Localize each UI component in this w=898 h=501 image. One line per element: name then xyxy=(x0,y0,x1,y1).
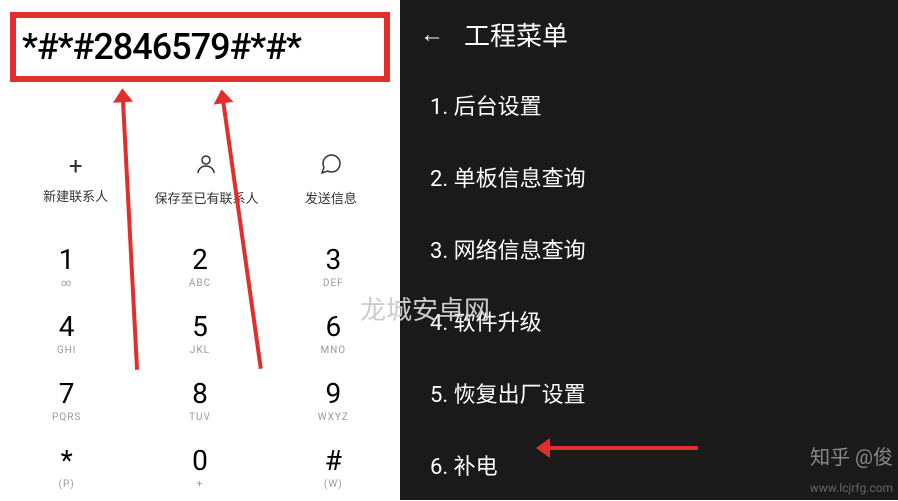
menu-header: ← 工程菜单 xyxy=(400,0,898,69)
key-5[interactable]: 5JKL xyxy=(133,299,266,366)
key-7[interactable]: 7PQRS xyxy=(0,366,133,433)
key-6[interactable]: 6MNO xyxy=(267,299,400,366)
dialer-keypad: 1∞ 2ABC 3DEF 4GHI 5JKL 6MNO 7PQRS 8TUV 9… xyxy=(0,232,400,500)
key-star[interactable]: *(P) xyxy=(0,433,133,500)
key-8[interactable]: 8TUV xyxy=(133,366,266,433)
key-4[interactable]: 4GHI xyxy=(0,299,133,366)
key-1[interactable]: 1∞ xyxy=(0,232,133,299)
watermark-url: www.lcjrfg.com xyxy=(810,481,893,495)
person-icon xyxy=(194,152,218,182)
back-arrow-icon[interactable]: ← xyxy=(420,20,444,49)
menu-item-network-info[interactable]: 3. 网络信息查询 xyxy=(400,213,898,285)
dialer-code-text: *#*#2846579#*#* xyxy=(22,26,378,68)
new-contact-button[interactable]: + 新建联系人 xyxy=(43,152,108,207)
save-existing-label: 保存至已有联系人 xyxy=(154,188,258,207)
menu-item-factory-reset[interactable]: 5. 恢复出厂设置 xyxy=(400,357,898,429)
chat-icon xyxy=(319,152,343,182)
save-existing-button[interactable]: 保存至已有联系人 xyxy=(154,152,258,207)
menu-item-software-upgrade[interactable]: 4. 软件升级 xyxy=(400,285,898,357)
key-hash[interactable]: #(W) xyxy=(267,433,400,500)
key-2[interactable]: 2ABC xyxy=(133,232,266,299)
key-0[interactable]: 0+ xyxy=(133,433,266,500)
menu-title: 工程菜单 xyxy=(464,16,568,53)
watermark-zhihu: 知乎 @俊 xyxy=(810,441,893,470)
send-message-label: 发送信息 xyxy=(305,188,357,207)
dialer-code-box: *#*#2846579#*#* xyxy=(10,12,390,82)
menu-list: 1. 后台设置 2. 单板信息查询 3. 网络信息查询 4. 软件升级 5. 恢… xyxy=(400,69,898,501)
key-9[interactable]: 9WXYZ xyxy=(267,366,400,433)
key-3[interactable]: 3DEF xyxy=(267,232,400,299)
annotation-arrow-right xyxy=(548,446,698,450)
menu-item-background-settings[interactable]: 1. 后台设置 xyxy=(400,69,898,141)
menu-item-board-info[interactable]: 2. 单板信息查询 xyxy=(400,141,898,213)
send-message-button[interactable]: 发送信息 xyxy=(305,152,357,207)
plus-icon: + xyxy=(69,152,83,180)
dialer-action-row: + 新建联系人 保存至已有联系人 发送信息 xyxy=(0,152,400,207)
new-contact-label: 新建联系人 xyxy=(43,186,108,205)
